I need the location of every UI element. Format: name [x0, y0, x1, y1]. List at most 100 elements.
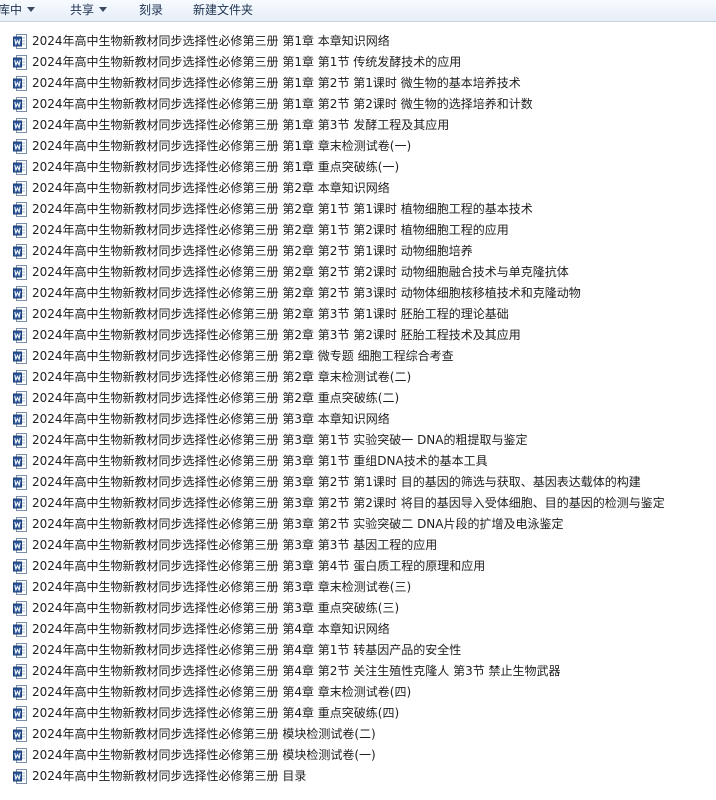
file-name: 2024年高中生物新教材同步选择性必修第三册 第1章 第1节 传统发酵技术的应用 [32, 55, 462, 69]
file-name: 2024年高中生物新教材同步选择性必修第三册 第3章 第1节 实验突破一 DNA… [32, 433, 528, 447]
file-name: 2024年高中生物新教材同步选择性必修第三册 第4章 第2节 关注生殖性克隆人 … [32, 664, 561, 678]
file-item[interactable]: 2024年高中生物新教材同步选择性必修第三册 第3章 第2节 实验突破二 DNA… [12, 514, 702, 534]
burn-label: 刻录 [139, 3, 164, 17]
word-document-icon [13, 727, 27, 742]
file-name: 2024年高中生物新教材同步选择性必修第三册 第2章 微专题 细胞工程综合考查 [32, 349, 454, 363]
word-document-icon [13, 286, 27, 301]
file-name: 2024年高中生物新教材同步选择性必修第三册 第2章 章末检测试卷(二) [32, 370, 412, 384]
file-item[interactable]: 2024年高中生物新教材同步选择性必修第三册 第3章 第1节 实验突破一 DNA… [12, 430, 702, 450]
word-document-icon [13, 139, 27, 154]
word-document-icon [13, 601, 27, 616]
file-name: 2024年高中生物新教材同步选择性必修第三册 第3章 第4节 蛋白质工程的原理和… [32, 559, 486, 573]
file-name: 2024年高中生物新教材同步选择性必修第三册 第1章 第2节 第2课时 微生物的… [32, 97, 533, 111]
word-document-icon [13, 412, 27, 427]
word-document-icon [13, 76, 27, 91]
file-item[interactable]: 2024年高中生物新教材同步选择性必修第三册 第3章 本章知识网络 [12, 409, 702, 429]
file-item[interactable]: 2024年高中生物新教材同步选择性必修第三册 第2章 第2节 第1课时 动物细胞… [12, 241, 702, 261]
word-document-icon [13, 265, 27, 280]
library-label: 库中 [0, 3, 23, 17]
word-document-icon [13, 454, 27, 469]
file-name: 2024年高中生物新教材同步选择性必修第三册 第3章 第2节 第1课时 目的基因… [32, 475, 641, 489]
word-document-icon [13, 34, 27, 49]
word-document-icon [13, 706, 27, 721]
new-folder-button[interactable]: 新建文件夹 [193, 0, 253, 21]
file-name: 2024年高中生物新教材同步选择性必修第三册 第3章 第3节 基因工程的应用 [32, 538, 438, 552]
word-document-icon [13, 559, 27, 574]
file-item[interactable]: 2024年高中生物新教材同步选择性必修第三册 第1章 重点突破练(一) [12, 157, 702, 177]
word-document-icon [13, 622, 27, 637]
share-with-menu[interactable]: 共享 [70, 0, 108, 21]
file-item[interactable]: 2024年高中生物新教材同步选择性必修第三册 第4章 重点突破练(四) [12, 703, 702, 723]
burn-button[interactable]: 刻录 [139, 0, 163, 21]
file-name: 2024年高中生物新教材同步选择性必修第三册 第2章 第2节 第1课时 动物细胞… [32, 244, 473, 258]
file-item[interactable]: 2024年高中生物新教材同步选择性必修第三册 第1章 本章知识网络 [12, 31, 702, 51]
file-name: 2024年高中生物新教材同步选择性必修第三册 第2章 本章知识网络 [32, 181, 390, 195]
file-item[interactable]: 2024年高中生物新教材同步选择性必修第三册 第1章 章末检测试卷(一) [12, 136, 702, 156]
file-item[interactable]: 2024年高中生物新教材同步选择性必修第三册 第4章 章末检测试卷(四) [12, 682, 702, 702]
file-name: 2024年高中生物新教材同步选择性必修第三册 第3章 章末检测试卷(三) [32, 580, 412, 594]
file-name: 2024年高中生物新教材同步选择性必修第三册 模块检测试卷(一) [32, 748, 376, 762]
file-item[interactable]: 2024年高中生物新教材同步选择性必修第三册 第2章 微专题 细胞工程综合考查 [12, 346, 702, 366]
file-item[interactable]: 2024年高中生物新教材同步选择性必修第三册 模块检测试卷(二) [12, 724, 702, 744]
file-item[interactable]: 2024年高中生物新教材同步选择性必修第三册 目录 [12, 766, 702, 786]
word-document-icon [13, 349, 27, 364]
file-item[interactable]: 2024年高中生物新教材同步选择性必修第三册 第2章 第1节 第1课时 植物细胞… [12, 199, 702, 219]
chevron-down-icon [99, 7, 108, 12]
word-document-icon [13, 748, 27, 763]
file-item[interactable]: 2024年高中生物新教材同步选择性必修第三册 第2章 第2节 第3课时 动物体细… [12, 283, 702, 303]
file-item[interactable]: 2024年高中生物新教材同步选择性必修第三册 第4章 本章知识网络 [12, 619, 702, 639]
file-item[interactable]: 2024年高中生物新教材同步选择性必修第三册 第3章 第2节 第1课时 目的基因… [12, 472, 702, 492]
command-bar: 库中 共享 刻录 新建文件夹 [0, 0, 716, 22]
file-name: 2024年高中生物新教材同步选择性必修第三册 第3章 第2节 第2课时 将目的基… [32, 496, 665, 510]
word-document-icon [13, 97, 27, 112]
file-item[interactable]: 2024年高中生物新教材同步选择性必修第三册 第3章 重点突破练(三) [12, 598, 702, 618]
file-name: 2024年高中生物新教材同步选择性必修第三册 第2章 重点突破练(二) [32, 391, 400, 405]
file-name: 2024年高中生物新教材同步选择性必修第三册 第4章 重点突破练(四) [32, 706, 400, 720]
file-item[interactable]: 2024年高中生物新教材同步选择性必修第三册 第2章 重点突破练(二) [12, 388, 702, 408]
word-document-icon [13, 244, 27, 259]
file-item[interactable]: 2024年高中生物新教材同步选择性必修第三册 第2章 第2节 第2课时 动物细胞… [12, 262, 702, 282]
file-name: 2024年高中生物新教材同步选择性必修第三册 第3章 第1节 重组DNA技术的基… [32, 454, 488, 468]
word-document-icon [13, 160, 27, 175]
word-document-icon [13, 496, 27, 511]
file-item[interactable]: 2024年高中生物新教材同步选择性必修第三册 第2章 第3节 第1课时 胚胎工程… [12, 304, 702, 324]
file-item[interactable]: 2024年高中生物新教材同步选择性必修第三册 第1章 第2节 第2课时 微生物的… [12, 94, 702, 114]
include-in-library-menu[interactable]: 库中 [0, 0, 36, 21]
file-name: 2024年高中生物新教材同步选择性必修第三册 第4章 章末检测试卷(四) [32, 685, 412, 699]
file-item[interactable]: 2024年高中生物新教材同步选择性必修第三册 第3章 第2节 第2课时 将目的基… [12, 493, 702, 513]
file-item[interactable]: 2024年高中生物新教材同步选择性必修第三册 第3章 章末检测试卷(三) [12, 577, 702, 597]
file-item[interactable]: 2024年高中生物新教材同步选择性必修第三册 第1章 第3节 发酵工程及其应用 [12, 115, 702, 135]
word-document-icon [13, 307, 27, 322]
word-document-icon [13, 181, 27, 196]
file-item[interactable]: 2024年高中生物新教材同步选择性必修第三册 模块检测试卷(一) [12, 745, 702, 765]
file-name: 2024年高中生物新教材同步选择性必修第三册 第3章 本章知识网络 [32, 412, 390, 426]
file-name: 2024年高中生物新教材同步选择性必修第三册 第1章 本章知识网络 [32, 34, 390, 48]
file-item[interactable]: 2024年高中生物新教材同步选择性必修第三册 第3章 第3节 基因工程的应用 [12, 535, 702, 555]
file-name: 2024年高中生物新教材同步选择性必修第三册 第3章 重点突破练(三) [32, 601, 400, 615]
file-item[interactable]: 2024年高中生物新教材同步选择性必修第三册 第2章 章末检测试卷(二) [12, 367, 702, 387]
file-name: 2024年高中生物新教材同步选择性必修第三册 第1章 第2节 第1课时 微生物的… [32, 76, 521, 90]
file-name: 2024年高中生物新教材同步选择性必修第三册 第2章 第2节 第3课时 动物体细… [32, 286, 581, 300]
word-document-icon [13, 118, 27, 133]
word-document-icon [13, 517, 27, 532]
file-name: 2024年高中生物新教材同步选择性必修第三册 第4章 本章知识网络 [32, 622, 390, 636]
file-item[interactable]: 2024年高中生物新教材同步选择性必修第三册 第4章 第2节 关注生殖性克隆人 … [12, 661, 702, 681]
word-document-icon [13, 223, 27, 238]
file-item[interactable]: 2024年高中生物新教材同步选择性必修第三册 第4章 第1节 转基因产品的安全性 [12, 640, 702, 660]
file-item[interactable]: 2024年高中生物新教材同步选择性必修第三册 第1章 第2节 第1课时 微生物的… [12, 73, 702, 93]
file-item[interactable]: 2024年高中生物新教材同步选择性必修第三册 第1章 第1节 传统发酵技术的应用 [12, 52, 702, 72]
word-document-icon [13, 202, 27, 217]
word-document-icon [13, 433, 27, 448]
file-name: 2024年高中生物新教材同步选择性必修第三册 第1章 第3节 发酵工程及其应用 [32, 118, 450, 132]
word-document-icon [13, 643, 27, 658]
file-item[interactable]: 2024年高中生物新教材同步选择性必修第三册 第2章 第3节 第2课时 胚胎工程… [12, 325, 702, 345]
word-document-icon [13, 580, 27, 595]
file-item[interactable]: 2024年高中生物新教材同步选择性必修第三册 第3章 第4节 蛋白质工程的原理和… [12, 556, 702, 576]
file-item[interactable]: 2024年高中生物新教材同步选择性必修第三册 第3章 第1节 重组DNA技术的基… [12, 451, 702, 471]
file-item[interactable]: 2024年高中生物新教材同步选择性必修第三册 第2章 本章知识网络 [12, 178, 702, 198]
file-name: 2024年高中生物新教材同步选择性必修第三册 第3章 第2节 实验突破二 DNA… [32, 517, 564, 531]
chevron-down-icon [27, 7, 36, 12]
file-name: 2024年高中生物新教材同步选择性必修第三册 第2章 第3节 第1课时 胚胎工程… [32, 307, 509, 321]
file-item[interactable]: 2024年高中生物新教材同步选择性必修第三册 第2章 第1节 第2课时 植物细胞… [12, 220, 702, 240]
file-name: 2024年高中生物新教材同步选择性必修第三册 目录 [32, 769, 307, 783]
